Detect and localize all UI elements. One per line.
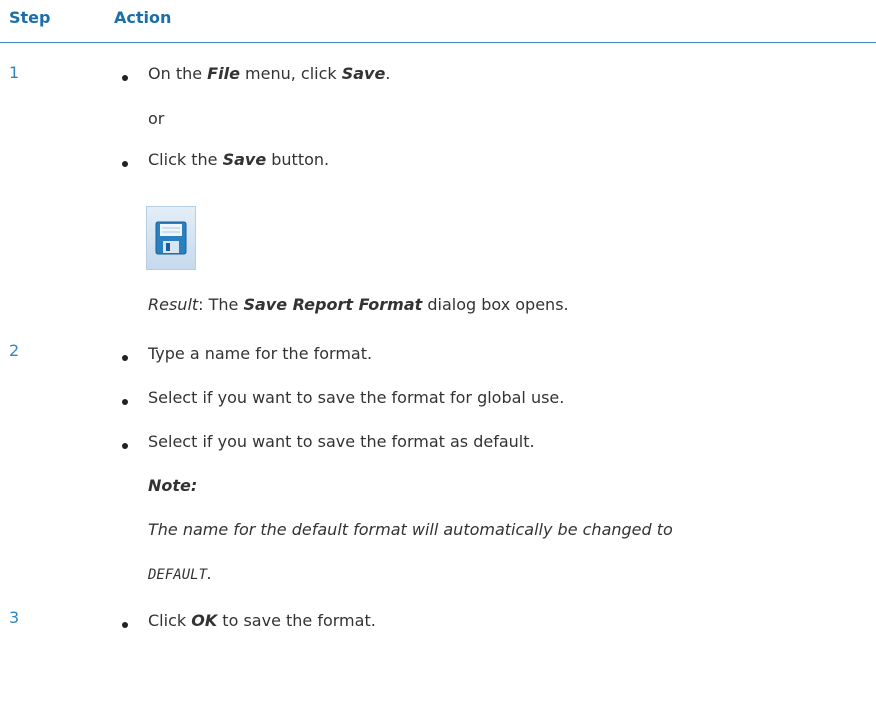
step1-instruction-button: Click the Save button. bbox=[148, 150, 329, 169]
bullet-dot bbox=[122, 75, 128, 81]
column-header-step: Step bbox=[9, 8, 51, 27]
or-text: or bbox=[148, 109, 165, 128]
text: Click bbox=[148, 611, 192, 630]
save-floppy-icon bbox=[146, 206, 196, 270]
text: : The bbox=[198, 295, 244, 314]
bullet-dot bbox=[122, 622, 128, 628]
dialog-name: Save Report Format bbox=[243, 295, 423, 314]
button-name-save: Save bbox=[222, 150, 267, 169]
note-text: The name for the default format will aut… bbox=[148, 520, 673, 539]
column-header-action: Action bbox=[114, 8, 172, 27]
header-rule bbox=[0, 42, 876, 43]
bullet-dot bbox=[122, 443, 128, 449]
bullet-dot bbox=[122, 399, 128, 405]
bullet-dot bbox=[122, 355, 128, 361]
code-default: DEFAULT bbox=[148, 567, 208, 583]
text: . bbox=[207, 564, 213, 583]
result-label: Result bbox=[148, 295, 199, 314]
step2-bullet: Select if you want to save the format fo… bbox=[148, 388, 565, 407]
step2-bullet: Select if you want to save the format as… bbox=[148, 432, 535, 451]
text: dialog box opens. bbox=[422, 295, 569, 314]
note-text-code: DEFAULT. bbox=[148, 564, 212, 583]
menu-name-file: File bbox=[207, 64, 240, 83]
text: On the bbox=[148, 64, 208, 83]
command-name-save: Save bbox=[341, 64, 386, 83]
text: Click the bbox=[148, 150, 223, 169]
text: menu, click bbox=[239, 64, 342, 83]
step-number-1: 1 bbox=[9, 63, 20, 82]
step3-instruction: Click OK to save the format. bbox=[148, 611, 376, 630]
step1-instruction-menu: On the File menu, click Save. bbox=[148, 64, 390, 83]
step-number-3: 3 bbox=[9, 608, 20, 627]
text: to save the format. bbox=[217, 611, 376, 630]
floppy-disk-icon bbox=[155, 221, 187, 255]
text: button. bbox=[266, 150, 330, 169]
button-name-ok: OK bbox=[191, 611, 218, 630]
note-label: Note: bbox=[148, 476, 198, 495]
step2-bullet: Type a name for the format. bbox=[148, 344, 373, 363]
bullet-dot bbox=[122, 161, 128, 167]
step-number-2: 2 bbox=[9, 341, 20, 360]
text: . bbox=[385, 64, 391, 83]
step1-result: Result: The Save Report Format dialog bo… bbox=[148, 295, 569, 314]
